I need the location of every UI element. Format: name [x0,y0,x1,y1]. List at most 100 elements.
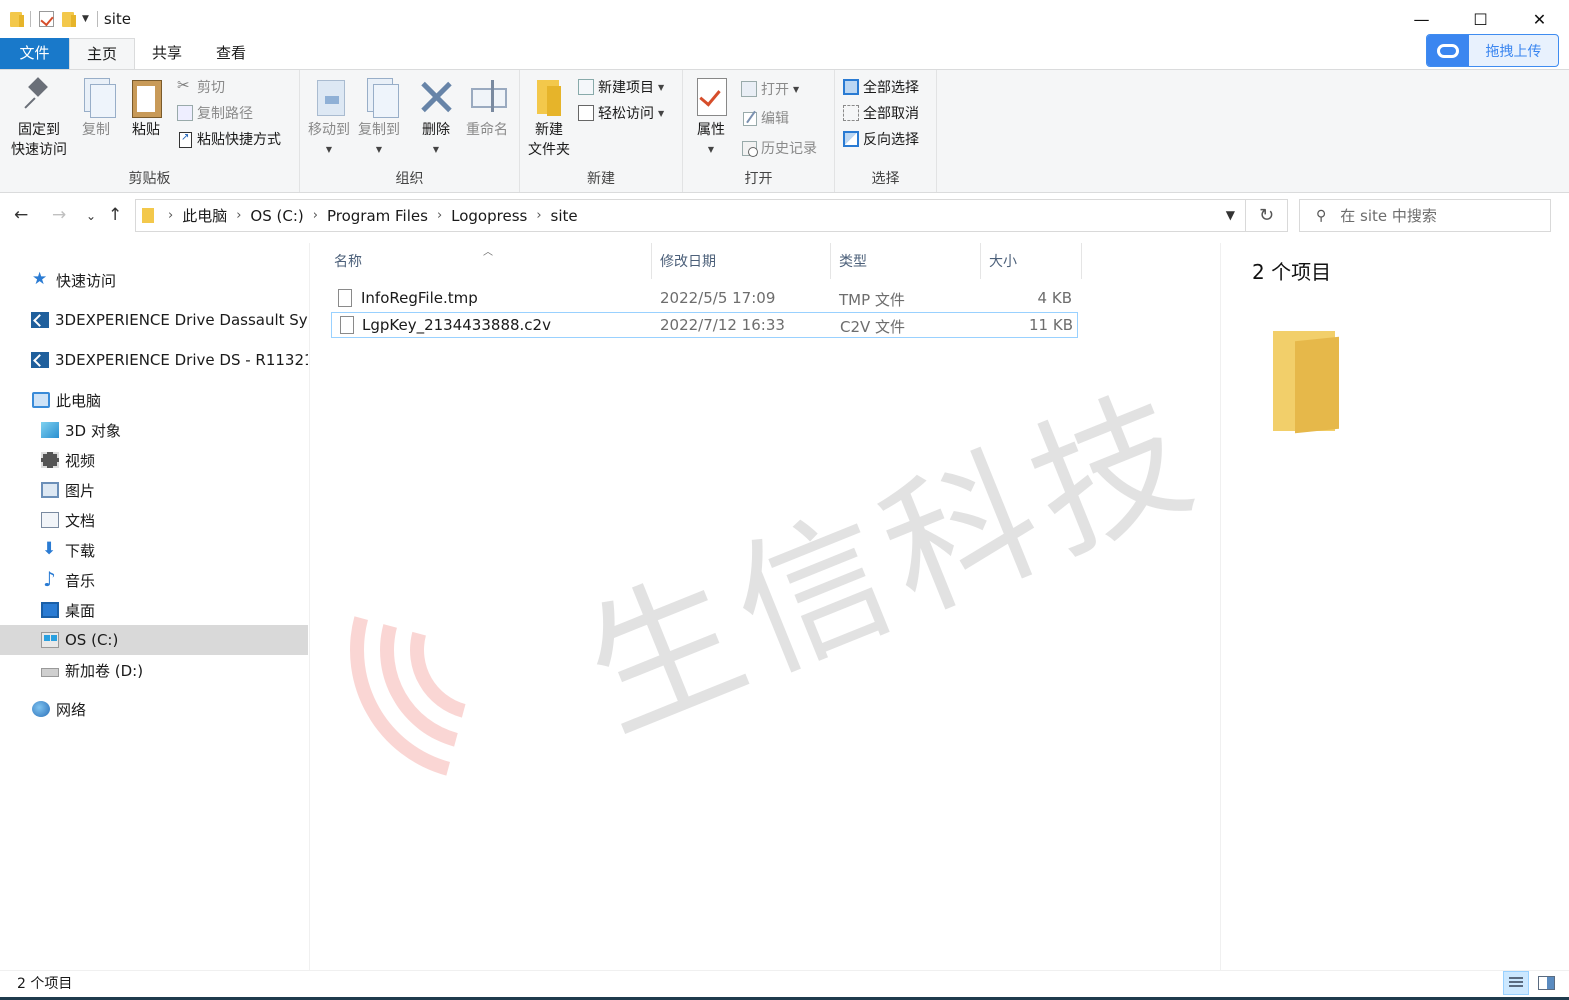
delete-x-icon [418,76,454,118]
open-button[interactable]: 打开 ▼ [741,78,799,100]
maximize-button[interactable]: ☐ [1451,0,1510,38]
breadcrumb-site[interactable]: site [551,207,578,225]
nav-os-c[interactable]: OS (C:) [0,625,308,655]
new-group: 新建 文件夹 新建项目 ▼ 轻松访问 ▼ 新建 [520,70,683,192]
delete-dropdown-icon: ▼ [432,145,440,154]
forward-arrow-icon[interactable]: → [52,205,66,225]
nav-this-pc[interactable]: 此电脑 [0,385,308,415]
open-group: 属性 ▼ 打开 ▼ 编辑 历史记录 打开 [683,70,835,192]
open-group-label: 打开 [744,171,773,187]
back-arrow-icon[interactable]: ← [14,205,28,225]
nav-3d-objects[interactable]: 3D 对象 [0,415,308,445]
paste-shortcut-button[interactable]: 粘贴快捷方式 [177,128,281,150]
details-view-icon[interactable] [1503,971,1529,995]
refresh-button[interactable]: ↻ [1246,199,1288,232]
edit-icon [741,110,757,126]
status-item-count: 2 个项目 [17,976,73,992]
address-dropdown-icon[interactable]: ▼ [1226,208,1235,222]
properties-button[interactable]: 属性 ▼ [689,76,733,160]
nav-label: 新加卷 (D:) [65,661,144,680]
new-folder-quick-icon[interactable] [62,11,76,27]
move-to-button[interactable]: 移动到 ▼ [304,76,354,160]
breadcrumb-this-pc[interactable]: 此电脑 [182,205,227,226]
chevron-right-icon[interactable]: › [236,208,241,223]
properties-quick-icon[interactable] [39,11,54,27]
file-size: 11 KB [1029,316,1073,334]
baidu-upload-button[interactable]: 拖拽上传 [1426,34,1559,67]
nav-documents[interactable]: 文档 [0,505,308,535]
network-icon [32,701,50,717]
refresh-icon: ↻ [1258,205,1275,226]
chevron-right-icon[interactable]: › [536,208,541,223]
file-row-selected[interactable]: LgpKey_2134433888.c2v 2022/7/12 16:33 C2… [331,312,1078,338]
chevron-right-icon[interactable]: › [313,208,318,223]
nav-videos[interactable]: 视频 [0,445,308,475]
nav-3dexperience-drive-2[interactable]: 3DEXPERIENCE Drive DS - R113210 [0,345,308,375]
file-row[interactable]: InfoRegFile.tmp 2022/5/5 17:09 TMP 文件 4 … [330,286,1077,312]
invert-selection-button[interactable]: 反向选择 [843,128,919,150]
new-folder-icon [531,76,567,118]
rename-button[interactable]: 重命名 [462,76,512,140]
search-icon: ⚲ [1316,207,1327,224]
select-none-button[interactable]: 全部取消 [843,102,919,124]
nav-network[interactable]: 网络 [0,694,308,724]
nav-downloads[interactable]: 下载 [0,535,308,565]
file-name: LgpKey_2134433888.c2v [362,316,551,334]
cut-button[interactable]: 剪切 [177,76,225,98]
tab-share[interactable]: 共享 [137,38,197,69]
document-icon [41,512,59,528]
customize-toolbar-dropdown-icon[interactable]: ▼ [82,14,89,24]
nav-new-volume-d[interactable]: 新加卷 (D:) [0,655,308,685]
tab-home[interactable]: 主页 [69,38,135,69]
pin-quick-access-button[interactable]: 固定到 快速访问 [6,76,72,160]
select-all-button[interactable]: 全部选择 [843,76,919,98]
nav-3dexperience-drive-1[interactable]: 3DEXPERIENCE Drive Dassault Systè [0,305,308,335]
paste-shortcut-label: 粘贴快捷方式 [197,132,281,148]
paste-button[interactable]: 粘贴 [124,76,168,140]
nav-music[interactable]: 音乐 [0,565,308,595]
large-icons-view-icon[interactable] [1533,971,1559,995]
minimize-button[interactable]: — [1392,0,1451,38]
window-controls: — ☐ ✕ [1392,0,1569,38]
address-bar[interactable]: › 此电脑 › OS (C:) › Program Files › Logopr… [135,199,1246,232]
close-button[interactable]: ✕ [1510,0,1569,38]
column-header-type[interactable]: 类型 [831,243,981,279]
column-header-modified[interactable]: 修改日期 [652,243,831,279]
new-folder-button[interactable]: 新建 文件夹 [524,76,574,160]
breadcrumb-os-c[interactable]: OS (C:) [250,207,303,225]
breadcrumb-logopress[interactable]: Logopress [451,207,527,225]
nav-label: 图片 [65,481,96,500]
chevron-right-icon[interactable]: › [437,208,442,223]
breadcrumb-program-files[interactable]: Program Files [327,207,428,225]
divider [96,11,98,27]
copy-button[interactable]: 复制 [74,76,118,140]
new-item-button[interactable]: 新建项目 ▼ [578,76,664,98]
nav-quick-access[interactable]: 快速访问 [0,265,308,295]
tab-file[interactable]: 文件 [0,38,69,69]
window-title: site [103,10,132,28]
easy-access-button[interactable]: 轻松访问 ▼ [578,102,664,124]
new-group-label: 新建 [587,171,615,187]
nav-label: OS (C:) [65,631,119,649]
edit-button[interactable]: 编辑 [741,107,789,129]
ribbon: 固定到 快速访问 复制 粘贴 剪切 复制路径 粘贴快捷方式 剪贴板 移动到 [0,69,1569,193]
tab-view[interactable]: 查看 [200,38,262,69]
up-arrow-icon[interactable]: ↑ [108,205,122,225]
move-to-dropdown-icon: ▼ [325,145,333,154]
file-list: ︿ 名称 修改日期 类型 大小 InfoRegFile.tmp 2022/5/5… [310,243,1220,970]
nav-desktop[interactable]: 桌面 [0,595,308,625]
chevron-right-icon[interactable]: › [168,208,173,223]
nav-label: 文档 [65,511,96,530]
invert-selection-label: 反向选择 [863,132,919,148]
column-header-size[interactable]: 大小 [981,243,1082,279]
search-input[interactable]: ⚲ 在 site 中搜索 [1299,199,1551,232]
cut-label: 剪切 [197,80,225,96]
recent-locations-chevron-icon[interactable]: ⌄ [86,209,96,223]
copy-path-button[interactable]: 复制路径 [177,102,253,124]
nav-pictures[interactable]: 图片 [0,475,308,505]
delete-button[interactable]: 删除 ▼ [414,76,458,160]
copy-to-button[interactable]: 复制到 ▼ [354,76,404,160]
column-header-name[interactable]: 名称 [326,243,652,279]
file-type: TMP 文件 [839,291,905,309]
history-button[interactable]: 历史记录 [741,137,817,159]
